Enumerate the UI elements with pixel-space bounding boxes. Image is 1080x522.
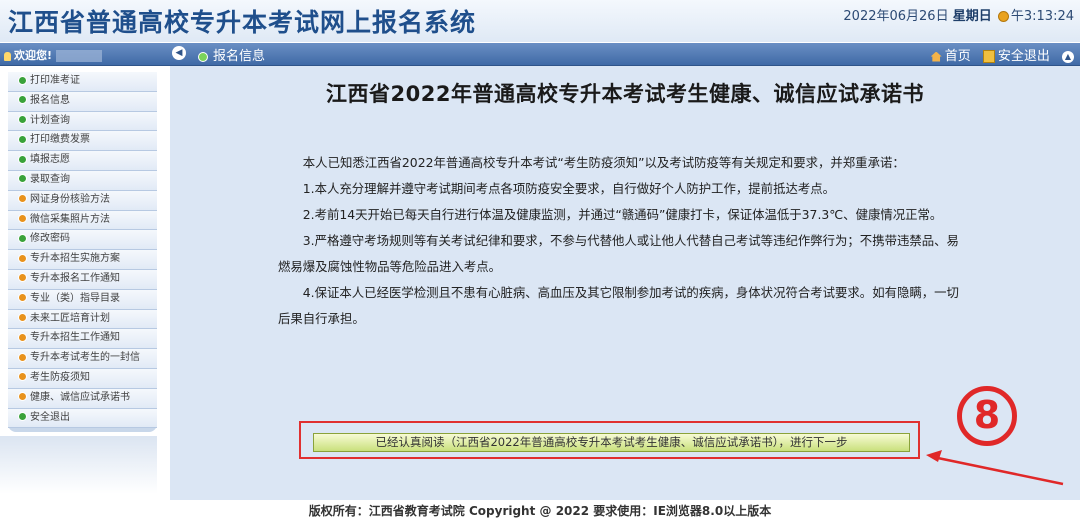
sidebar-item-label: 网证身份核验方法 [30,193,110,205]
sidebar-item[interactable]: 专业（类）指导目录 [8,289,157,310]
sidebar-item-label: 修改密码 [30,233,70,245]
sidebar-item[interactable]: 打印准考证 [8,72,157,92]
bullet-icon [18,392,27,402]
page-header: 江西省普通高校专升本考试网上报名系统 2022年06月26日 星期日 午3:13… [0,0,1080,42]
exit-icon [982,50,995,63]
bullet-icon [18,293,27,303]
sidebar-item-label: 微信采集照片方法 [30,213,110,225]
sidebar-item[interactable]: 专升本报名工作通知 [8,269,157,290]
main-content: 江西省2022年普通高校专升本考试考生健康、诚信应试承诺书 本人已知悉江西省20… [170,66,1080,500]
weekday-text: 星期日 [952,9,992,24]
sidebar-item-label: 录取查询 [30,173,70,185]
top-navbar: 欢迎您! ◀ 报名信息 首页 安全退出 ▲ [0,43,1080,66]
sidebar-item-label: 报名信息 [30,94,70,106]
sidebar-item-label: 专升本招生实施方案 [30,253,120,265]
bullet-icon [18,154,27,164]
sidebar-item[interactable]: 填报志愿 [8,151,157,171]
sidebar-item-label: 未来工匠培育计划 [30,312,110,324]
sidebar-item[interactable]: 专升本招生实施方案 [8,250,157,270]
page-footer: 版权所有：江西省教育考试院 Copyright @ 2022 要求使用：IE浏览… [308,504,772,518]
bullet-icon [18,352,27,362]
sidebar-item[interactable]: 网证身份核验方法 [8,190,157,211]
breadcrumb-label: 报名信息 [213,49,266,64]
sidebar-menu: 打印准考证报名信息计划查询打印缴费发票 填报志愿录取查询网证身份核验方法 微信采集照… [8,72,157,432]
annotation-arrow-icon [926,450,1064,486]
logout-link[interactable]: 安全退出 [982,49,1050,64]
sidebar-item[interactable]: 计划查询 [8,111,157,132]
bullet-icon [18,273,27,283]
date-text: 2022年06月26日 [843,9,949,24]
sidebar-item-label: 健康、诚信应试承诺书 [30,391,130,403]
user-icon [4,51,11,61]
bullet-icon [18,332,27,342]
sidebar-item-label: 计划查询 [30,114,70,126]
sidebar-item[interactable]: 专升本招生工作通知 [8,329,157,350]
sidebar-item[interactable]: 专升本考试考生的一封信 [8,349,157,369]
bullet-icon [18,313,27,323]
sidebar-item-label: 考生防疫须知 [30,371,90,383]
home-icon [930,51,942,62]
site-title: 江西省普通高校专升本考试网上报名系统 [8,8,477,37]
time-text: 午3:13:24 [1010,9,1074,24]
collapse-up-icon[interactable]: ▲ [1062,50,1074,63]
sidebar-item-label: 专升本报名工作通知 [30,272,120,284]
breadcrumb: 报名信息 [198,45,265,64]
sidebar-item-label: 专业（类）指导目录 [30,292,120,304]
bullet-icon [18,253,27,263]
nav-actions: 首页 安全退出 ▲ [923,45,1074,64]
bullet-icon [18,233,27,243]
sidebar-footer [0,436,157,494]
sidebar-item[interactable]: 修改密码 [8,230,157,251]
welcome-area: 欢迎您! [4,47,103,63]
sidebar-item-label: 打印准考证 [30,75,80,86]
sidebar-item-label: 安全退出 [30,411,70,423]
sidebar-item-label: 打印缴费发票 [30,134,90,146]
bullet-icon [18,214,27,224]
sidebar-item[interactable]: 微信采集照片方法 [8,210,157,231]
sidebar-item[interactable]: 报名信息 [8,91,157,112]
sidebar-item[interactable]: 安全退出 [8,408,157,429]
sidebar-item[interactable]: 录取查询 [8,170,157,191]
sidebar-item[interactable]: 健康、诚信应试承诺书 [8,388,157,409]
home-link[interactable]: 首页 [930,49,971,64]
bullet-icon [18,412,27,422]
bullet-icon [18,194,27,204]
bullet-icon [18,75,27,85]
bullet-icon [198,51,208,62]
sidebar-item-label: 填报志愿 [30,154,70,166]
bullet-icon [18,134,27,144]
bullet-icon [18,372,27,382]
bullet-icon [18,95,27,105]
bullet-icon [18,115,27,125]
sidebar-item[interactable]: 未来工匠培育计划 [8,309,157,330]
sidebar-item-label: 专升本招生工作通知 [30,332,120,344]
sidebar-item[interactable]: 打印缴费发票 [8,131,157,152]
username-blurred [56,50,103,62]
welcome-text: 欢迎您! [14,49,53,62]
clock-icon [997,11,1009,22]
sidebar-item[interactable]: 考生防疫须知 [8,368,157,389]
sidebar-item-label: 专升本考试考生的一封信 [30,352,140,364]
bullet-icon [18,174,27,184]
collapse-sidebar-button[interactable]: ◀ [172,46,186,60]
datetime: 2022年06月26日 星期日 午3:13:24 [843,5,1074,24]
